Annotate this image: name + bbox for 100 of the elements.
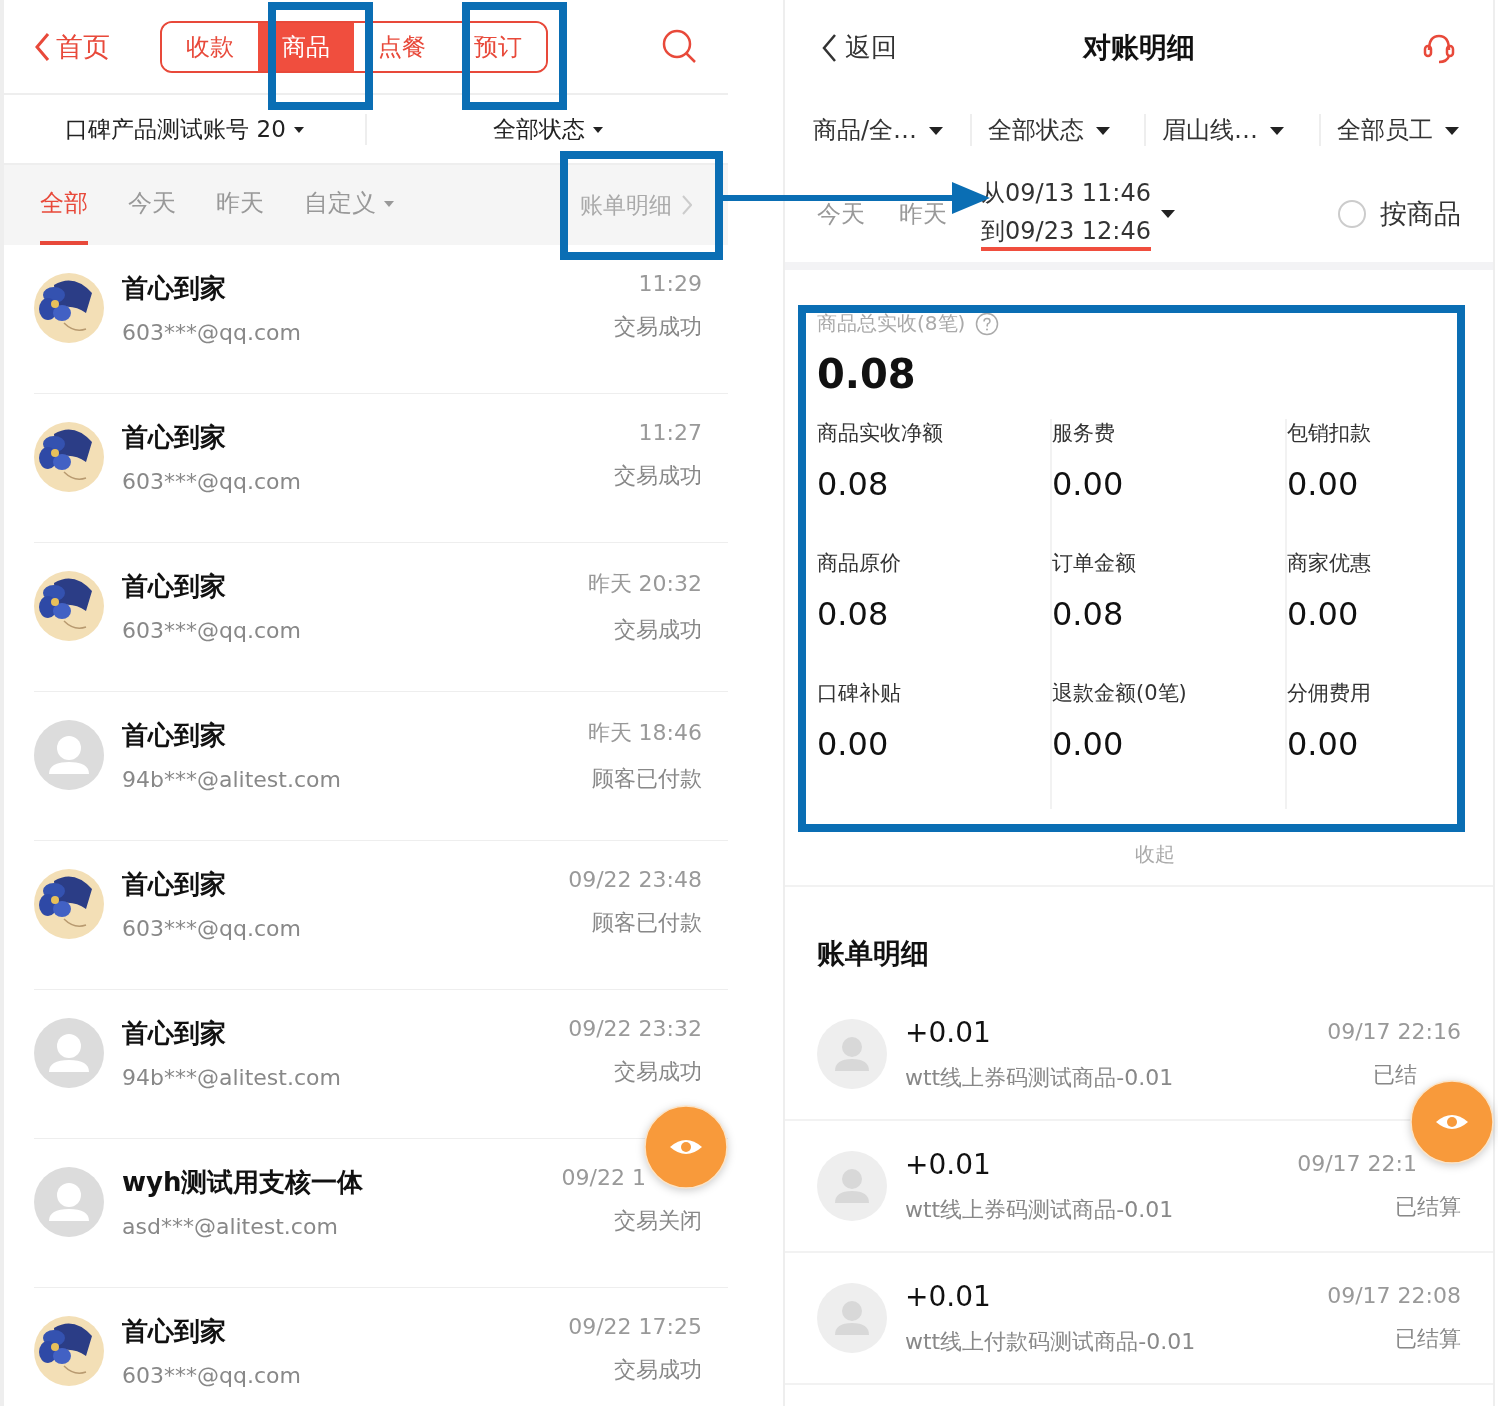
metric-value: 0.08 [817, 595, 889, 633]
date-range-picker[interactable]: 从09/13 11:46 到09/23 12:46 [981, 176, 1151, 251]
bill-item: wtt线上券码测试商品-0.01 [905, 1195, 1174, 1224]
back-button[interactable]: 返回 [821, 30, 897, 65]
bill-amount: +0.01 [905, 1015, 992, 1049]
bill-amount: +0.01 [905, 1279, 992, 1313]
order-status: 交易成功 [614, 1058, 702, 1086]
metric-value: 0.00 [1287, 725, 1359, 763]
customer-account: 603***@qq.com [122, 469, 301, 494]
metric-value: 0.00 [1052, 725, 1124, 763]
avatar-icon [817, 1019, 887, 1089]
bill-status: 已结 [1373, 1060, 1417, 1089]
metric-label: 订单金额 [1052, 550, 1136, 577]
radio-button[interactable] [1338, 199, 1366, 228]
avatar-icon [34, 1018, 104, 1088]
metric-label: 包销扣款 [1287, 420, 1371, 447]
order-status: 交易关闭 [614, 1207, 702, 1235]
metric-label: 服务费 [1052, 420, 1115, 447]
order-time: 09/22 17:25 [568, 1314, 702, 1339]
segment-tab[interactable]: 商品 [258, 22, 354, 71]
order-status: 交易成功 [614, 462, 702, 490]
order-time: 11:27 [638, 420, 702, 445]
metric-label: 退款金额(0笔) [1052, 680, 1187, 707]
filter-dropdown[interactable]: 全部状态 [365, 113, 728, 145]
customer-name: 首心到家 [122, 272, 227, 305]
customer-account: 603***@qq.com [122, 916, 301, 941]
section-title: 账单明细 [817, 936, 930, 972]
filter-dropdown[interactable]: 全部员工 [1318, 114, 1493, 146]
bill-status: 已结算 [1395, 1192, 1461, 1221]
customer-account: 603***@qq.com [122, 618, 301, 643]
eye-button[interactable] [644, 1105, 728, 1189]
bill-status: 已结算 [1395, 1324, 1461, 1353]
customer-name: 首心到家 [122, 570, 227, 603]
date-tab[interactable]: 今天 [128, 165, 176, 245]
collapse-button[interactable]: 收起 [1135, 841, 1175, 868]
metric-value: 0.00 [1052, 465, 1124, 503]
order-time: 昨天 20:32 [587, 570, 702, 598]
avatar-icon [817, 1283, 887, 1353]
date-tab[interactable]: 昨天 [216, 165, 264, 245]
filter-dropdown[interactable]: 全部状态 [969, 114, 1144, 146]
radio-label: 按商品 [1380, 196, 1461, 231]
order-status: 顾客已付款 [592, 909, 702, 937]
metric-value: 0.08 [817, 465, 889, 503]
back-button[interactable]: 首页 [34, 28, 110, 65]
bill-detail-link[interactable]: 账单明细 [580, 165, 692, 245]
caret-icon [929, 127, 944, 135]
customer-name: 首心到家 [122, 1017, 227, 1050]
back-icon [34, 31, 50, 62]
filter-dropdown[interactable]: 眉山线… [1144, 114, 1319, 146]
metric-value: 0.00 [817, 725, 889, 763]
caret-icon [1095, 127, 1110, 135]
bill-item: wtt线上券码测试商品-0.01 [905, 1063, 1174, 1092]
order-status: 顾客已付款 [592, 765, 702, 793]
bill-time: 09/17 22:16 [1327, 1018, 1461, 1044]
caret-icon [1270, 127, 1284, 135]
caret-icon [592, 127, 603, 133]
help-icon[interactable] [975, 311, 1000, 336]
date-tab[interactable]: 今天 [817, 197, 865, 230]
order-status: 交易成功 [614, 616, 702, 644]
date-tab[interactable]: 自定义 [304, 165, 394, 245]
bill-time: 09/17 22:08 [1327, 1282, 1461, 1308]
bill-time: 09/17 22:1 [1297, 1150, 1417, 1176]
metric-value: 0.08 [1052, 595, 1124, 633]
filter-dropdown[interactable]: 口碑产品测试账号 20 [4, 113, 365, 145]
summary-title: 商品总实收(8笔) [817, 310, 966, 337]
caret-icon [1444, 127, 1459, 135]
search-icon[interactable] [662, 28, 698, 65]
metric-label: 商品实收净额 [817, 420, 943, 447]
date-tab[interactable]: 昨天 [899, 197, 947, 230]
metric-label: 商品原价 [817, 550, 901, 577]
order-time: 11:29 [638, 271, 702, 296]
avatar-icon [34, 720, 104, 790]
metric-value: 0.00 [1287, 595, 1359, 633]
customer-name: wyh测试用支核一体 [122, 1166, 364, 1199]
date-tab[interactable]: 全部 [40, 165, 88, 245]
back-icon [821, 32, 837, 63]
customer-account: 94b***@alitest.com [122, 767, 341, 792]
caret-icon[interactable] [1160, 209, 1175, 218]
order-time: 09/22 1 [561, 1165, 646, 1190]
order-time: 09/22 23:32 [568, 1016, 702, 1041]
order-time: 09/22 23:48 [568, 867, 702, 892]
customer-name: 首心到家 [122, 421, 227, 454]
avatar-icon [34, 1167, 104, 1237]
metric-label: 分佣费用 [1287, 680, 1371, 707]
caret-icon [293, 127, 304, 133]
metric-value: 0.00 [1287, 465, 1359, 503]
order-status: 交易成功 [614, 313, 702, 341]
bill-item: wtt线上付款码测试商品-0.01 [905, 1327, 1196, 1356]
customer-name: 首心到家 [122, 868, 227, 901]
metric-label: 商家优惠 [1287, 550, 1371, 577]
page-title: 对账明细 [1083, 29, 1195, 66]
total-amount: 0.08 [817, 351, 917, 397]
bill-amount: +0.01 [905, 1147, 992, 1181]
customer-name: 首心到家 [122, 719, 227, 752]
filter-dropdown[interactable]: 商品/全… [813, 114, 970, 146]
order-time: 昨天 18:46 [587, 719, 702, 747]
metric-label: 口碑补贴 [817, 680, 901, 707]
avatar-icon [817, 1151, 887, 1221]
chevron-icon [682, 195, 692, 215]
caret-icon [384, 201, 394, 207]
